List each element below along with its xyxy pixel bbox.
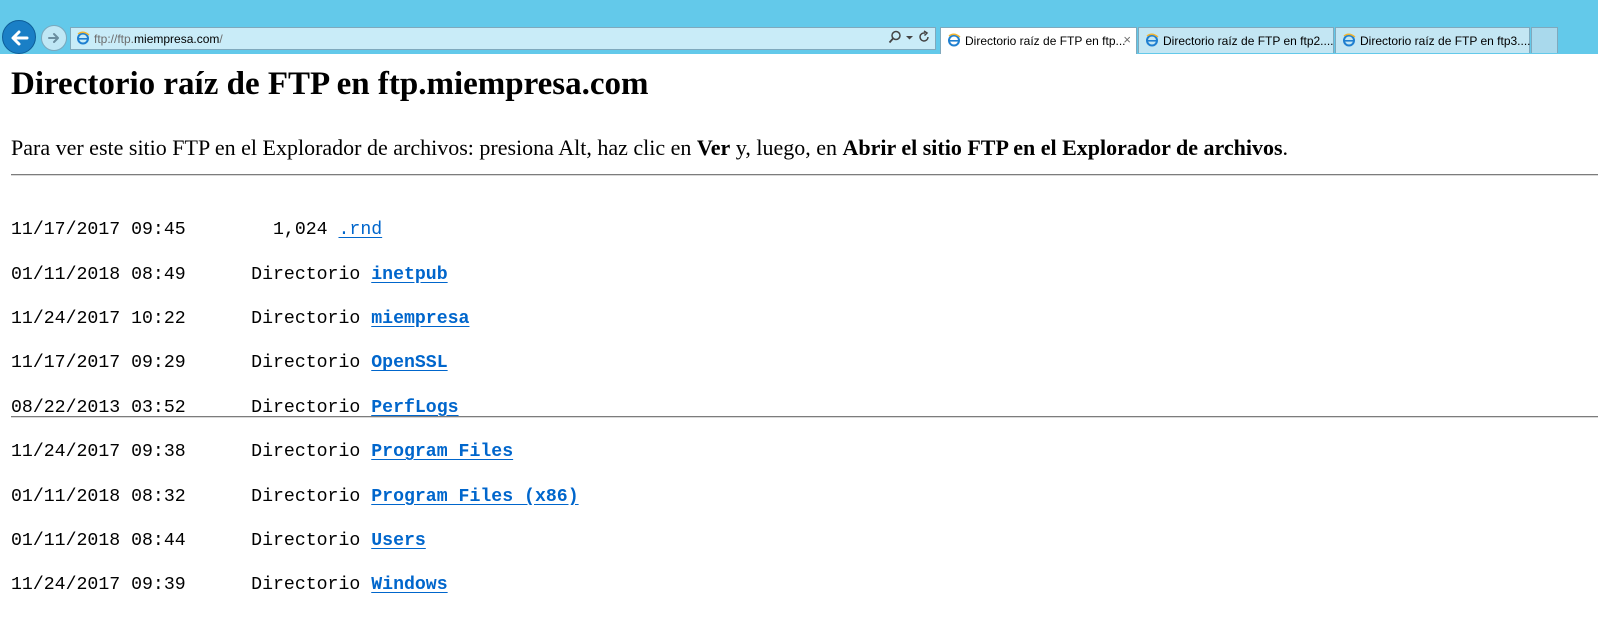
ie-tab-icon [1146, 33, 1159, 47]
entry-size: Directorio [251, 530, 361, 551]
back-button[interactable] [2, 20, 36, 54]
divider-top [11, 174, 1598, 176]
entry-time: 10:22 [131, 308, 186, 329]
entry-date: 11/24/2017 [11, 575, 121, 596]
forward-arrow-icon [48, 33, 59, 43]
entry-time: 08:44 [131, 530, 186, 551]
entry-link-program-files-x86[interactable]: Program Files (x86) [371, 487, 578, 507]
list-item: 01/11/2018 08:32 Directorio Program File… [11, 486, 579, 508]
entry-time: 09:39 [131, 575, 186, 596]
tab-ftp-active[interactable]: Directorio raíz de FTP en ftp... × [940, 27, 1137, 54]
entry-time: 09:29 [131, 353, 186, 374]
ie-tab-icon [1343, 33, 1356, 47]
ftp-directory-listing: 11/17/2017 09:45 1,024 .rnd 01/11/2018 0… [11, 197, 579, 619]
entry-size: Directorio [251, 353, 361, 374]
browser-toolbar: ftp://ftp.miempresa.com/ Directorio raíz… [0, 0, 1598, 54]
entry-size: Directorio [251, 442, 361, 463]
new-tab-button[interactable] [1531, 27, 1558, 53]
tab-ftp2[interactable]: Directorio raíz de FTP en ftp2.... [1138, 27, 1334, 53]
entry-link-windows[interactable]: Windows [371, 575, 447, 595]
tab-ftp3[interactable]: Directorio raíz de FTP en ftp3.... [1335, 27, 1531, 53]
list-item: 11/24/2017 10:22 Directorio miempresa [11, 308, 579, 330]
tab-label: Directorio raíz de FTP en ftp3.... [1360, 34, 1531, 48]
entry-date: 11/17/2017 [11, 220, 121, 241]
list-item: 11/24/2017 09:38 Directorio Program File… [11, 441, 579, 463]
entry-date: 11/17/2017 [11, 353, 121, 374]
list-item: 11/17/2017 09:45 1,024 .rnd [11, 219, 579, 241]
entry-date: 11/24/2017 [11, 308, 121, 329]
divider-bottom [11, 416, 1598, 418]
ie-tab-icon [948, 33, 961, 47]
search-icon[interactable] [888, 30, 902, 49]
list-item: 01/11/2018 08:49 Directorio inetpub [11, 264, 579, 286]
refresh-icon[interactable] [917, 29, 931, 49]
tab-label: Directorio raíz de FTP en ftp... [965, 34, 1126, 48]
entry-time: 08:32 [131, 486, 186, 507]
entry-link-openssl[interactable]: OpenSSL [371, 353, 447, 373]
entry-time: 03:52 [131, 397, 186, 418]
entry-time: 09:38 [131, 442, 186, 463]
entry-size: Directorio [251, 575, 361, 596]
dropdown-icon[interactable] [905, 30, 914, 49]
entry-date: 01/11/2018 [11, 264, 121, 285]
entry-link-inetpub[interactable]: inetpub [371, 265, 447, 285]
close-tab-icon[interactable]: × [1123, 32, 1131, 47]
instruction-bold-ver: Ver [696, 135, 731, 160]
entry-size: Directorio [251, 264, 361, 285]
entry-date: 11/24/2017 [11, 442, 121, 463]
forward-button[interactable] [41, 25, 67, 51]
list-item: 01/11/2018 08:44 Directorio Users [11, 530, 579, 552]
ie-page-icon [77, 31, 90, 45]
page-title: Directorio raíz de FTP en ftp.miempresa.… [11, 66, 649, 102]
entry-size: Directorio [251, 397, 361, 418]
entry-time: 09:45 [131, 220, 186, 241]
entry-size: 1,024 [272, 220, 328, 241]
entry-link-users[interactable]: Users [371, 531, 426, 551]
address-bar[interactable]: ftp://ftp.miempresa.com/ [70, 27, 936, 50]
entry-time: 08:49 [131, 264, 186, 285]
list-item: 11/24/2017 09:39 Directorio Windows [11, 574, 579, 596]
entry-date: 08/22/2013 [11, 397, 121, 418]
entry-link-perflogs[interactable]: PerfLogs [371, 398, 458, 418]
entry-link-miempresa[interactable]: miempresa [371, 309, 469, 329]
entry-link-program-files[interactable]: Program Files [371, 442, 513, 462]
instruction-bold-open-ftp: Abrir el sitio FTP en el Explorador de a… [842, 135, 1283, 160]
instructions-text: Para ver este sitio FTP en el Explorador… [11, 135, 1288, 160]
entry-size: Directorio [251, 486, 361, 507]
back-arrow-icon [11, 30, 29, 46]
tab-label: Directorio raíz de FTP en ftp2.... [1163, 34, 1334, 48]
entry-date: 01/11/2018 [11, 486, 121, 507]
entry-size: Directorio [251, 308, 361, 329]
list-item: 11/17/2017 09:29 Directorio OpenSSL [11, 352, 579, 374]
url-text[interactable]: ftp://ftp.miempresa.com/ [94, 32, 223, 46]
entry-date: 01/11/2018 [11, 530, 121, 551]
tab-strip: Directorio raíz de FTP en ftp... × Direc… [940, 27, 1558, 54]
entry-link-rnd[interactable]: .rnd [338, 220, 382, 240]
